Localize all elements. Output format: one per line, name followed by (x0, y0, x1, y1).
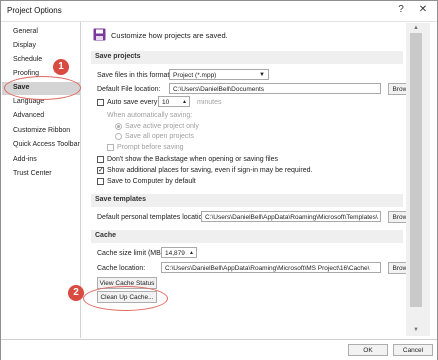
show-additional-places-checkbox[interactable]: ✓ (97, 167, 104, 174)
sidebar-item-label: Schedule (13, 56, 43, 63)
templates-location-label: Default personal templates location: (97, 214, 209, 221)
dont-show-backstage-label: Don't show the Backstage when opening or… (107, 156, 278, 163)
scrollbar-thumb[interactable] (410, 33, 422, 307)
save-all-open-projects-radio[interactable] (115, 133, 122, 140)
scroll-down-arrow-icon[interactable]: ▼ (410, 327, 422, 333)
section-title: Save projects (95, 53, 141, 60)
prompt-before-saving-label: Prompt before saving (117, 144, 184, 151)
show-additional-places-label: Show additional places for saving, even … (107, 167, 313, 174)
sidebar-item-trust-center[interactable]: Trust Center (2, 168, 80, 181)
clean-up-cache-highlight-oval (83, 286, 168, 311)
title-bar: Project Options ? ✕ (1, 1, 437, 22)
sidebar-item-label: Customize Ribbon (13, 127, 71, 134)
save-format-value: Project (*.mpp) (173, 72, 217, 79)
callout-badge-2: 2 (68, 285, 84, 301)
help-button[interactable]: ? (393, 3, 409, 17)
sidebar-item-label: Trust Center (13, 170, 52, 177)
minutes-label: minutes (197, 99, 222, 106)
window-title: Project Options (7, 6, 62, 15)
cache-location-input[interactable]: C:\Users\DanielBell\AppData\Roaming\Micr… (161, 262, 381, 273)
sidebar-item-add-ins[interactable]: Add-ins (2, 154, 80, 167)
chevron-down-icon: ▼ (259, 72, 265, 78)
cache-section-header: Cache (91, 230, 403, 243)
save-highlight-oval (4, 76, 81, 100)
sidebar-item-label: Add-ins (13, 156, 37, 163)
sidebar-item-label: Display (13, 42, 36, 49)
prompt-before-saving-checkbox[interactable] (107, 144, 114, 151)
save-format-label: Save files in this format: (97, 72, 172, 79)
save-to-computer-label: Save to Computer by default (107, 178, 196, 185)
when-saving-label: When automatically saving: (107, 112, 193, 119)
save-templates-section-header: Save templates (91, 194, 403, 207)
sidebar-item-advanced[interactable]: Advanced (2, 110, 80, 123)
cache-size-value: 14,879 (165, 250, 185, 257)
sidebar-item-customize-ribbon[interactable]: Customize Ribbon (2, 125, 80, 138)
auto-save-minutes-stepper[interactable]: 10 ▲ (158, 96, 190, 107)
templates-location-input[interactable]: C:\Users\DanielBell\AppData\Roaming\Micr… (201, 211, 381, 222)
save-active-project-label: Save active project only (125, 123, 199, 130)
save-all-open-projects-label: Save all open projects (125, 133, 194, 140)
page-description: Customize how projects are saved. (111, 31, 228, 40)
save-format-select[interactable]: Project (*.mpp) ▼ (169, 69, 269, 80)
cancel-button[interactable]: Cancel (393, 344, 433, 356)
save-active-project-radio[interactable] (115, 123, 122, 130)
cache-size-label: Cache size limit (MB): (97, 250, 166, 257)
callout-badge-1: 1 (53, 59, 69, 75)
section-title: Save templates (95, 196, 146, 203)
spinner-icon: ▲ (182, 99, 187, 105)
default-file-location-input[interactable]: C:\Users\DanielBell\Documents (169, 83, 381, 94)
spinner-icon: ▲ (189, 250, 194, 256)
sidebar-item-quick-access-toolbar[interactable]: Quick Access Toolbar (2, 139, 80, 152)
dont-show-backstage-checkbox[interactable] (97, 156, 104, 163)
auto-save-label: Auto save every (107, 99, 158, 106)
default-file-location-label: Default File location: (97, 86, 161, 93)
sidebar-item-display[interactable]: Display (2, 40, 80, 53)
close-button[interactable]: ✕ (415, 3, 431, 17)
floppy-disk-icon (93, 28, 106, 41)
cache-location-label: Cache location: (97, 265, 146, 272)
sidebar-item-label: General (13, 28, 38, 35)
scroll-up-arrow-icon[interactable]: ▲ (410, 25, 422, 31)
auto-save-minutes-value: 10 (162, 99, 170, 106)
dialog-footer: OK Cancel (1, 339, 437, 360)
sidebar-item-label: Quick Access Toolbar (13, 141, 80, 148)
cache-size-stepper[interactable]: 14,879 ▲ (161, 247, 197, 258)
project-options-dialog: Project Options ? ✕ General Display Sche… (0, 0, 438, 360)
section-title: Cache (95, 232, 117, 239)
save-projects-section-header: Save projects (91, 51, 403, 64)
save-to-computer-checkbox[interactable] (97, 178, 104, 185)
auto-save-checkbox[interactable] (97, 99, 104, 106)
ok-button[interactable]: OK (348, 344, 388, 356)
sidebar-item-label: Advanced (13, 112, 45, 119)
sidebar-item-general[interactable]: General (2, 26, 80, 39)
